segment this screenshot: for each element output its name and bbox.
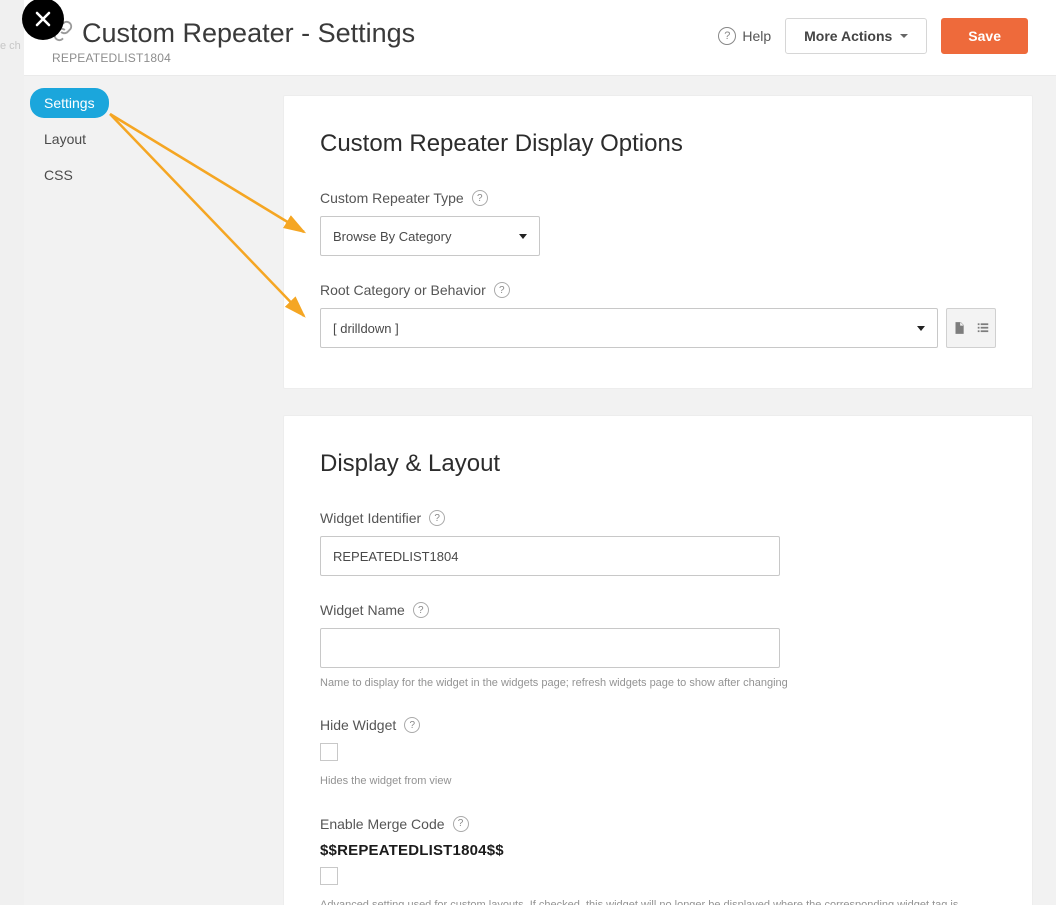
repeater-type-label: Custom Repeater Type xyxy=(320,190,464,206)
root-category-browse-button[interactable] xyxy=(947,309,971,347)
sidebar-item-css[interactable]: CSS xyxy=(30,160,87,190)
help-icon: ? xyxy=(718,27,736,45)
help-icon[interactable]: ? xyxy=(404,717,420,733)
widget-name-label: Widget Name xyxy=(320,602,405,618)
enable-merge-code-label: Enable Merge Code xyxy=(320,816,445,832)
background-strip: e ch xyxy=(0,0,24,905)
widget-name-input[interactable] xyxy=(320,628,780,668)
display-options-heading: Custom Repeater Display Options xyxy=(320,130,996,158)
widget-name-helper: Name to display for the widget in the wi… xyxy=(320,676,996,691)
hide-widget-checkbox[interactable] xyxy=(320,743,338,761)
sidebar-item-settings[interactable]: Settings xyxy=(30,88,109,118)
root-category-select[interactable]: [ drilldown ] xyxy=(320,308,938,348)
hide-widget-label: Hide Widget xyxy=(320,717,396,733)
display-options-panel: Custom Repeater Display Options Custom R… xyxy=(284,96,1032,388)
page-icon xyxy=(952,321,966,335)
merge-code-value: $$REPEATEDLIST1804$$ xyxy=(320,842,996,859)
root-category-label: Root Category or Behavior xyxy=(320,282,486,298)
chevron-down-icon xyxy=(917,326,925,331)
help-label: Help xyxy=(742,28,771,44)
display-layout-heading: Display & Layout xyxy=(320,450,996,478)
chevron-down-icon xyxy=(519,234,527,239)
root-category-list-button[interactable] xyxy=(971,309,995,347)
widget-identifier-label: Widget Identifier xyxy=(320,510,421,526)
more-actions-label: More Actions xyxy=(804,29,892,43)
header-bar: Custom Repeater - Settings REPEATEDLIST1… xyxy=(24,0,1056,76)
close-button[interactable] xyxy=(22,0,64,40)
sidebar-item-layout[interactable]: Layout xyxy=(30,124,100,154)
help-icon[interactable]: ? xyxy=(429,510,445,526)
more-actions-button[interactable]: More Actions xyxy=(785,18,927,54)
close-icon xyxy=(35,11,51,27)
widget-identifier-input[interactable] xyxy=(320,536,780,576)
sidebar: Settings Layout CSS xyxy=(24,76,284,905)
enable-merge-code-helper: Advanced setting used for custom layouts… xyxy=(320,898,996,905)
page-subtitle: REPEATEDLIST1804 xyxy=(52,51,415,65)
settings-modal: Custom Repeater - Settings REPEATEDLIST1… xyxy=(24,0,1056,905)
chevron-down-icon xyxy=(900,34,908,38)
help-icon[interactable]: ? xyxy=(453,816,469,832)
hide-widget-helper: Hides the widget from view xyxy=(320,774,996,789)
help-link[interactable]: ? Help xyxy=(718,27,771,45)
help-icon[interactable]: ? xyxy=(413,602,429,618)
enable-merge-code-checkbox[interactable] xyxy=(320,867,338,885)
list-icon xyxy=(976,321,990,335)
display-layout-panel: Display & Layout Widget Identifier ? Wid… xyxy=(284,416,1032,905)
repeater-type-select[interactable]: Browse By Category xyxy=(320,216,540,256)
save-button[interactable]: Save xyxy=(941,18,1028,54)
page-title: Custom Repeater - Settings xyxy=(82,18,415,49)
help-icon[interactable]: ? xyxy=(494,282,510,298)
help-icon[interactable]: ? xyxy=(472,190,488,206)
